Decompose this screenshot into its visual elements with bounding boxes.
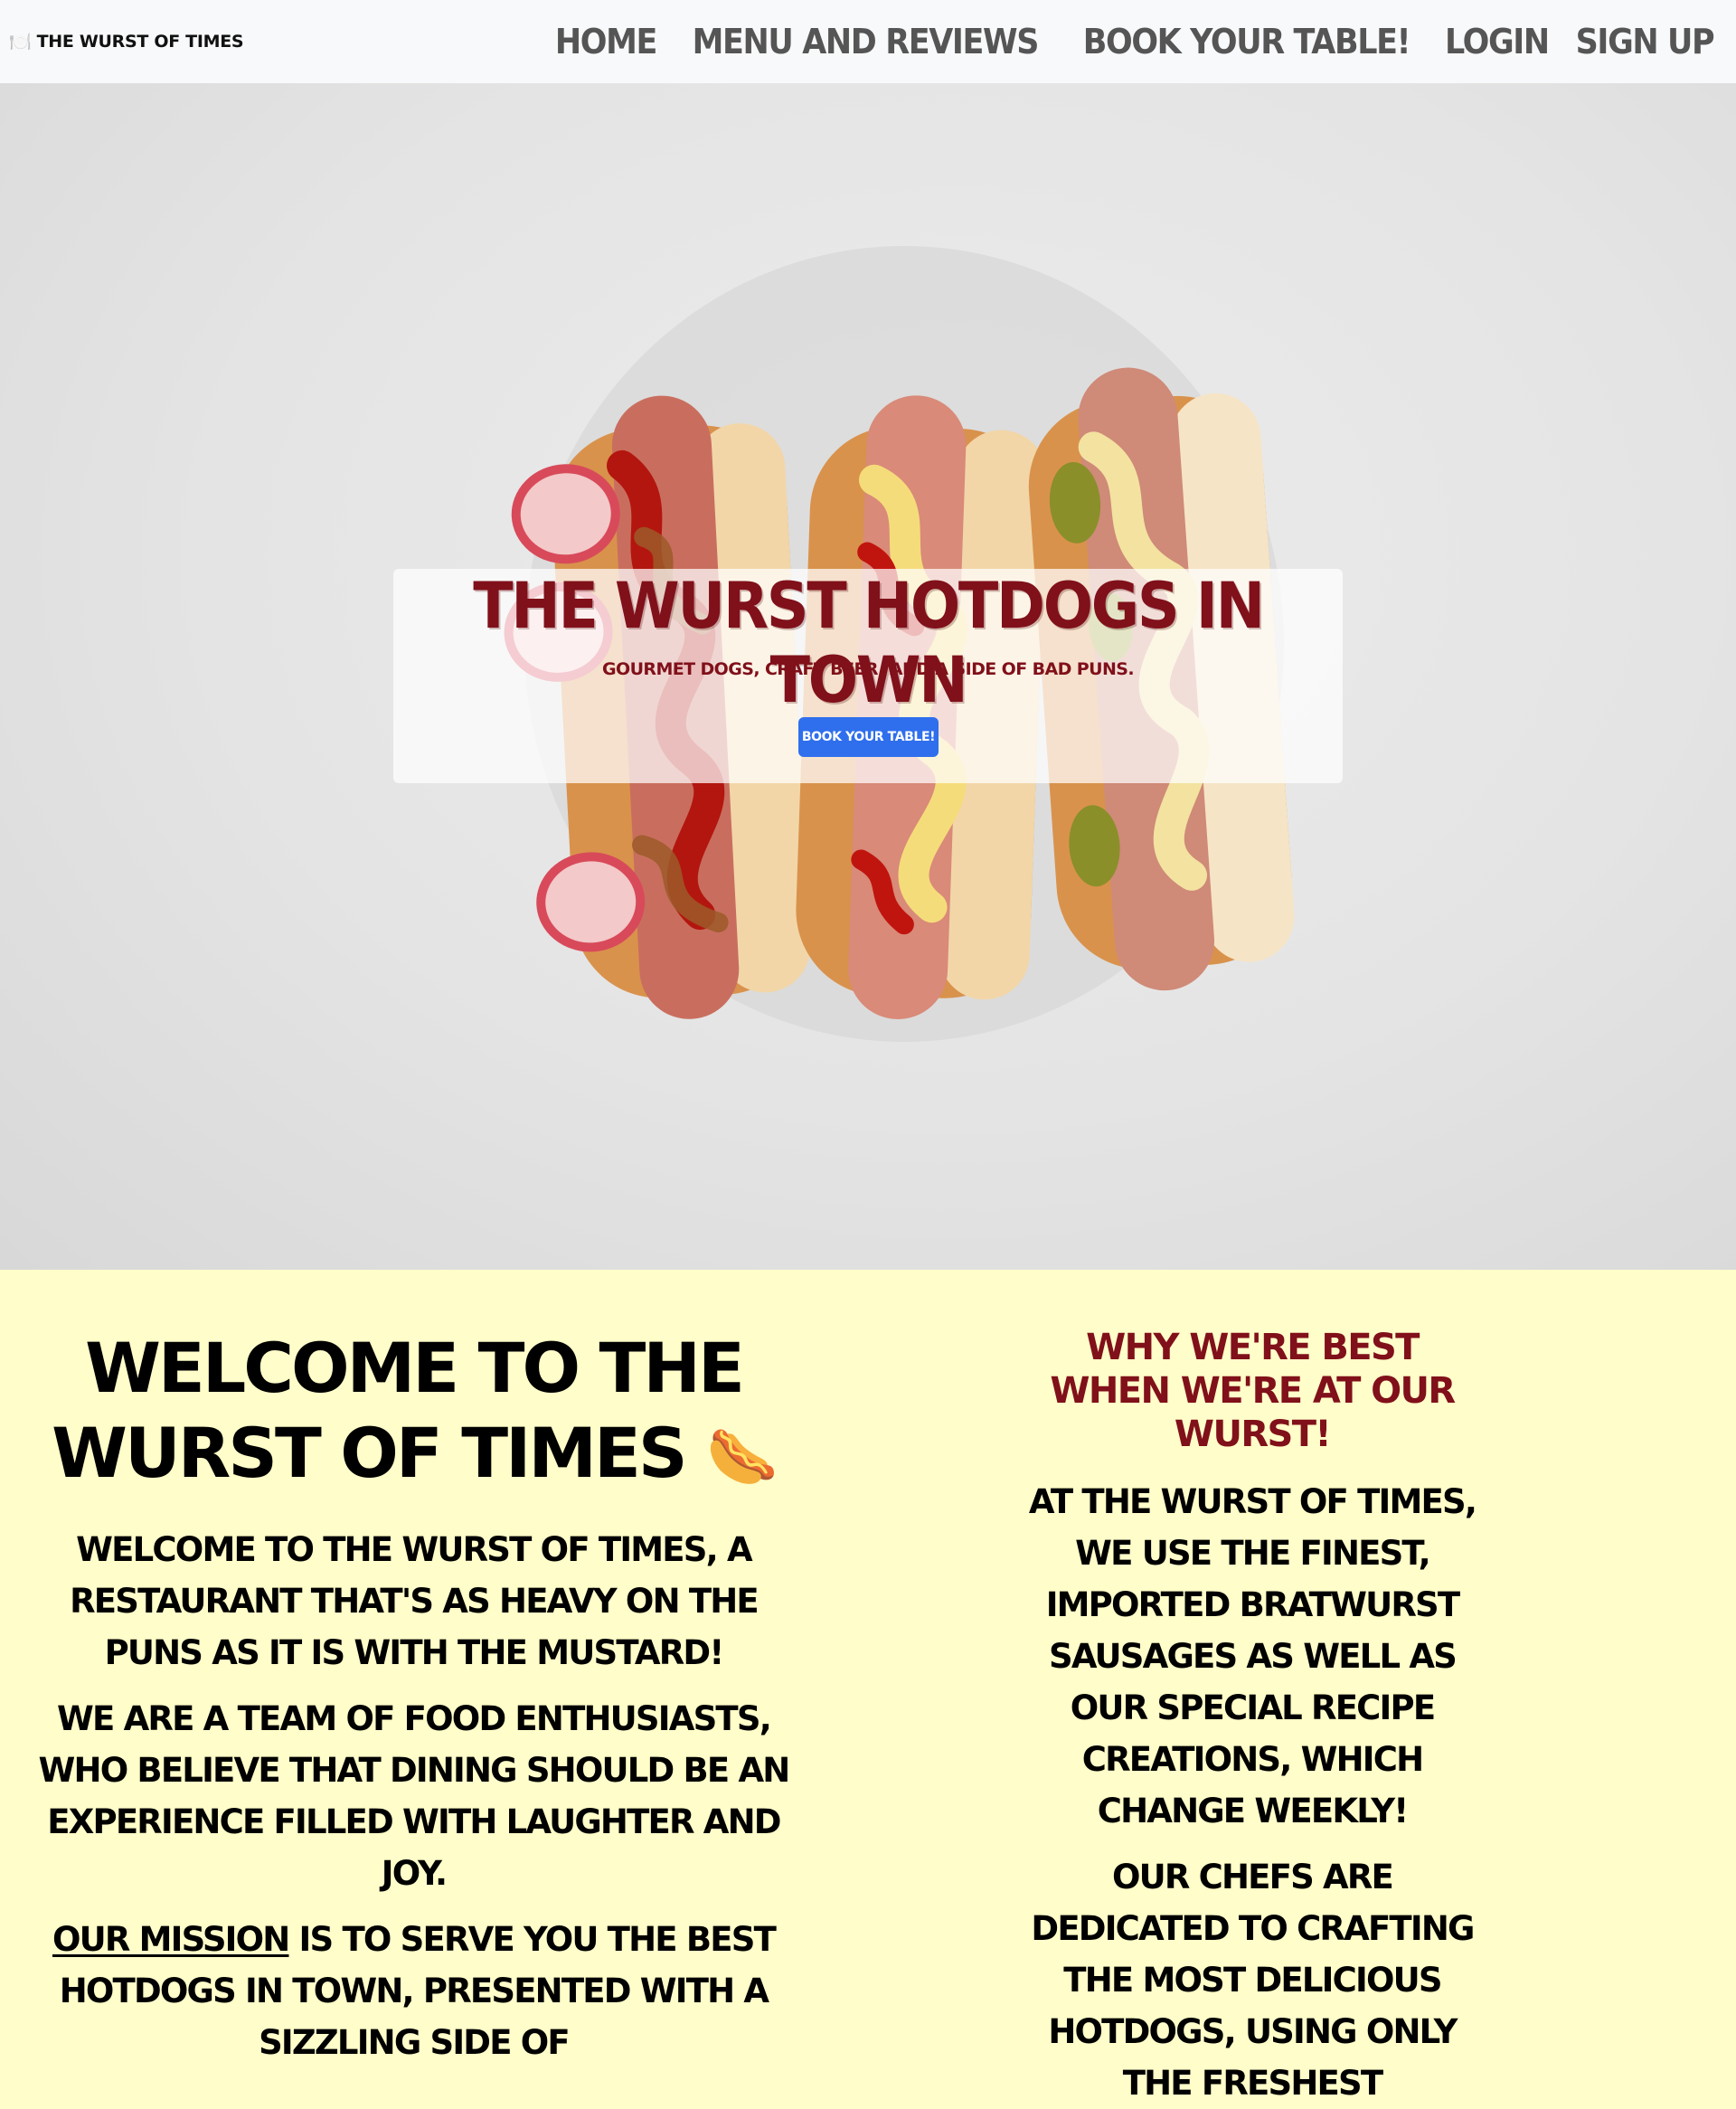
about-section: Welcome to the Wurst of Times 🌭 Welcome …	[0, 1270, 1736, 2103]
why-paragraph-2: Our chefs are dedicated to crafting the …	[1031, 1858, 1475, 2103]
welcome-paragraph-1: Welcome to the Wurst of Times, a restaur…	[70, 1530, 760, 1672]
our-mission-link[interactable]: Our mission	[52, 1920, 290, 1959]
hero-subtitle: Gourmet dogs, craft beer, and a side of …	[602, 659, 1135, 679]
plate-icon: 🍽️	[9, 31, 32, 52]
welcome-column: Welcome to the Wurst of Times 🌭 Welcome …	[27, 1270, 800, 2068]
why-title: Why we're best when we're at our wurst!	[1050, 1327, 1456, 1455]
welcome-paragraph-3: Our mission is to serve you the best hot…	[27, 1914, 800, 2068]
nav-sign-up[interactable]: Sign Up	[1576, 22, 1715, 61]
welcome-title-text: Welcome to the Wurst of Times	[52, 1328, 745, 1493]
nav-book-table[interactable]: Book your table!	[1083, 22, 1411, 61]
hero-card: The Wurst Hotdogs in Town Gourmet dogs, …	[393, 569, 1343, 783]
navbar: 🍽️ The Wurst of Times Home Menu and Revi…	[0, 0, 1736, 83]
hotdog-icon: 🌭	[706, 1424, 778, 1491]
book-table-button[interactable]: Book your table!	[798, 717, 939, 757]
hero-title: The Wurst Hotdogs in Town	[473, 569, 1265, 717]
welcome-title: Welcome to the Wurst of Times 🌭	[27, 1326, 800, 1500]
nav-links: Home Menu and Reviews Book your table! L…	[551, 22, 1720, 61]
nav-home[interactable]: Home	[555, 22, 658, 61]
hero-section: The Wurst Hotdogs in Town Gourmet dogs, …	[0, 83, 1736, 1270]
nav-menu-reviews[interactable]: Menu and Reviews	[692, 22, 1039, 61]
why-column: Why we're best when we're at our wurst! …	[1022, 1270, 1483, 2109]
why-paragraph-1: At the Wurst of Times, we use the finest…	[1028, 1482, 1477, 1830]
welcome-paragraph-2: We are a team of food enthusiasts, who b…	[38, 1699, 791, 1893]
brand-label: The Wurst of Times	[36, 32, 244, 52]
brand-link[interactable]: 🍽️ The Wurst of Times	[9, 31, 244, 52]
nav-login[interactable]: Login	[1445, 22, 1550, 61]
